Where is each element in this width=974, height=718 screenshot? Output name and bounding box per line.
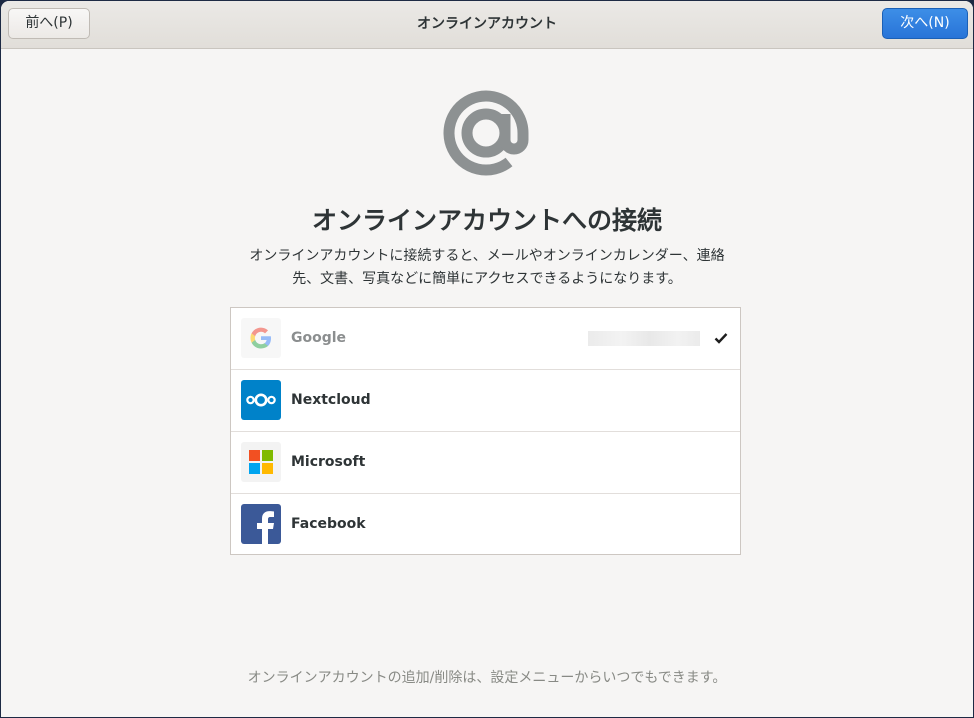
page-title: オンラインアカウントへの接続: [311, 206, 662, 235]
provider-list: Google Nextcloud Microsoft Facebook: [230, 307, 741, 555]
page-description: オンラインアカウントに接続すると、メールやオンラインカレンダー、連絡 先、文書、…: [227, 245, 747, 291]
next-button[interactable]: 次へ(N): [882, 8, 968, 39]
microsoft-icon: [241, 442, 281, 482]
description-line-1: オンラインアカウントに接続すると、メールやオンラインカレンダー、連絡: [249, 248, 725, 264]
provider-row-google[interactable]: Google: [231, 308, 740, 370]
provider-label: Facebook: [291, 516, 366, 532]
at-sign-icon: [443, 90, 529, 176]
provider-label: Google: [291, 330, 347, 346]
header-bar: 前へ(P) オンラインアカウント 次へ(N): [1, 1, 973, 49]
description-line-2: 先、文書、写真などに簡単にアクセスできるようになります。: [292, 271, 682, 287]
provider-label: Nextcloud: [291, 392, 371, 408]
provider-row-facebook[interactable]: Facebook: [231, 494, 740, 554]
footer-note: オンラインアカウントの追加/削除は、設定メニューからいつでもできます。: [247, 670, 727, 686]
facebook-icon: [241, 504, 281, 544]
provider-row-nextcloud[interactable]: Nextcloud: [231, 370, 740, 432]
provider-row-microsoft[interactable]: Microsoft: [231, 432, 740, 494]
account-email-redacted: [588, 331, 700, 346]
google-icon: [241, 318, 281, 358]
provider-label: Microsoft: [291, 454, 366, 470]
header-title: オンラインアカウント: [417, 16, 557, 32]
nextcloud-icon: [241, 380, 281, 420]
window: 前へ(P) オンラインアカウント 次へ(N) オンラインアカウントへの接続 オン…: [1, 1, 973, 717]
checkmark-icon: [714, 333, 728, 344]
